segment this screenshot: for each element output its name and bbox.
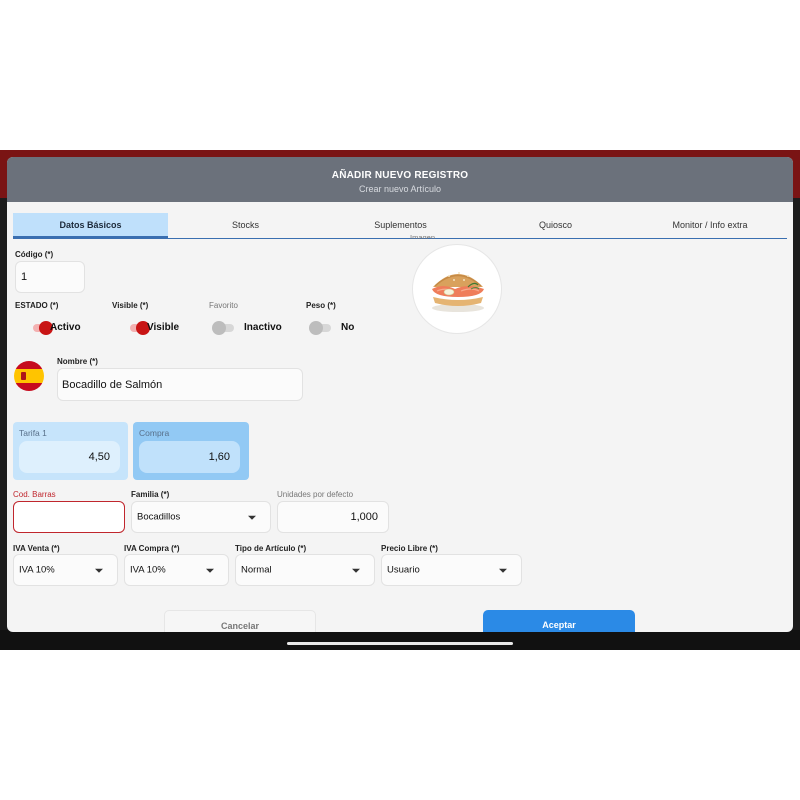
precio-libre-select[interactable]: Usuario [381, 554, 522, 586]
familia-select[interactable]: Bocadillos [131, 501, 271, 533]
familia-value: Bocadillos [137, 511, 181, 523]
codigo-field[interactable]: 1 [15, 261, 85, 293]
spain-flag-icon[interactable] [14, 361, 44, 391]
modal-header: AÑADIR NUEVO REGISTRO Crear nuevo Artícu… [7, 157, 793, 202]
visible-value: Visible [147, 322, 180, 333]
home-indicator[interactable] [287, 642, 513, 645]
iva-venta-value: IVA 10% [19, 564, 55, 576]
tarifa-value: 4,50 [88, 451, 110, 463]
peso-toggle[interactable] [309, 321, 333, 335]
precio-libre-value: Usuario [387, 564, 420, 576]
tab-quiosco[interactable]: Quiosco [478, 213, 633, 238]
tab-bar: Datos Básicos Stocks Suplementos Quiosco… [13, 213, 787, 239]
tipo-articulo-select[interactable]: Normal [235, 554, 375, 586]
chevron-down-icon [499, 568, 507, 573]
peso-label: Peso (*) [306, 301, 336, 310]
favorito-toggle[interactable] [212, 321, 236, 335]
codigo-value: 1 [21, 271, 28, 283]
cancel-button[interactable]: Cancelar [164, 610, 316, 632]
compra-value: 1,60 [208, 451, 230, 463]
tab-suplementos[interactable]: Suplementos [323, 213, 478, 238]
tab-stocks[interactable]: Stocks [168, 213, 323, 238]
iva-venta-select[interactable]: IVA 10% [13, 554, 118, 586]
favorito-label: Favorito [209, 301, 238, 310]
unidades-value: 1,000 [350, 511, 378, 523]
iva-compra-label: IVA Compra (*) [124, 544, 180, 553]
cod-barras-field[interactable] [13, 501, 125, 533]
iva-venta-label: IVA Venta (*) [13, 544, 60, 553]
tipo-articulo-value: Normal [241, 564, 272, 576]
cod-barras-label: Cod. Barras [13, 490, 56, 499]
chevron-down-icon [248, 515, 256, 520]
visible-label: Visible (*) [112, 301, 149, 310]
device-screen: AÑADIR NUEVO REGISTRO Crear nuevo Artícu… [0, 150, 800, 650]
iva-compra-value: IVA 10% [130, 564, 166, 576]
tab-datos-basicos[interactable]: Datos Básicos [13, 213, 168, 238]
tarifa-field[interactable]: 4,50 [19, 441, 120, 473]
nombre-value: Bocadillo de Salmón [62, 378, 163, 391]
favorito-value: Inactivo [244, 322, 282, 333]
tab-monitor-info-extra[interactable]: Monitor / Info extra [633, 213, 787, 238]
codigo-label: Código (*) [15, 250, 54, 259]
unidades-field[interactable]: 1,000 [277, 501, 389, 533]
modal-title: AÑADIR NUEVO REGISTRO [331, 170, 469, 181]
familia-label: Familia (*) [131, 490, 170, 499]
tipo-articulo-label: Tipo de Artículo (*) [235, 544, 307, 553]
imagen-label: Imagen [410, 233, 436, 239]
nombre-field[interactable]: Bocadillo de Salmón [57, 368, 303, 401]
unidades-label: Unidades por defecto [277, 490, 354, 499]
new-record-modal: AÑADIR NUEVO REGISTRO Crear nuevo Artícu… [7, 157, 793, 632]
peso-value: No [341, 322, 355, 333]
iva-compra-select[interactable]: IVA 10% [124, 554, 229, 586]
sandwich-icon [432, 272, 484, 312]
chevron-down-icon [352, 568, 360, 573]
compra-label: Compra [139, 428, 170, 438]
precio-libre-label: Precio Libre (*) [381, 544, 438, 553]
tarifa-card: Tarifa 1 4,50 [13, 422, 128, 480]
estado-label: ESTADO (*) [15, 301, 59, 310]
compra-field[interactable]: 1,60 [139, 441, 240, 473]
chevron-down-icon [206, 568, 214, 573]
accept-button[interactable]: Aceptar [483, 610, 635, 632]
nombre-label: Nombre (*) [57, 357, 98, 366]
sandwich-image[interactable] [412, 244, 502, 334]
compra-card: Compra 1,60 [133, 422, 249, 480]
tarifa-label: Tarifa 1 [19, 428, 47, 438]
app-footer-background [0, 630, 800, 650]
modal-subtitle: Crear nuevo Artículo [358, 184, 442, 194]
estado-value: Activo [50, 322, 81, 333]
chevron-down-icon [95, 568, 103, 573]
